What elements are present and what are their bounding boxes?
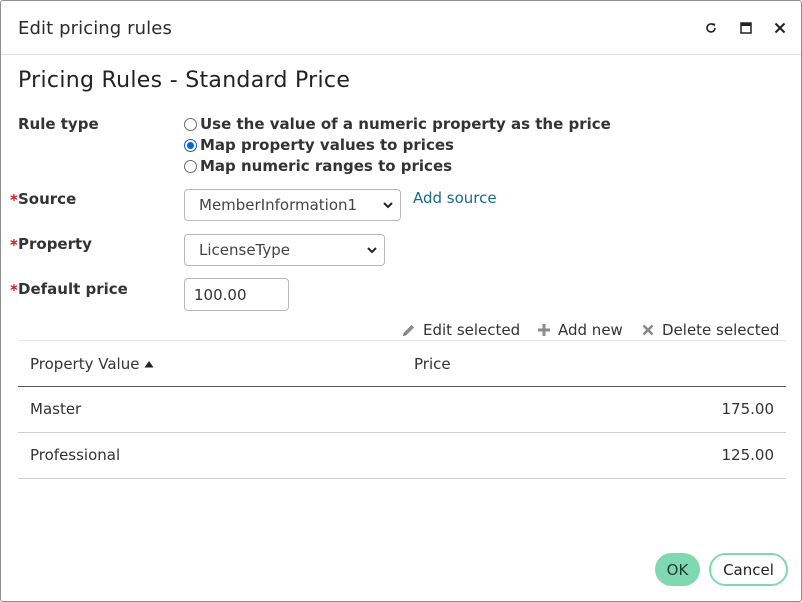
radio-label: Use the value of a numeric property as t… [200, 115, 611, 133]
source-label: Source [18, 190, 77, 208]
rule-type-option-map-ranges[interactable]: Map numeric ranges to prices [184, 156, 452, 176]
chevron-down-icon [367, 247, 377, 254]
delete-selected-label: Delete selected [662, 321, 780, 339]
column-header-property-value[interactable]: Property Value [30, 355, 155, 373]
delete-selected-button[interactable]: Delete selected [641, 320, 779, 340]
radio-label: Map numeric ranges to prices [200, 157, 453, 175]
plus-icon [538, 324, 550, 336]
property-select[interactable]: LicenseType [184, 234, 385, 266]
page-title: Pricing Rules - Standard Price [18, 68, 351, 93]
title-bar: Edit pricing rules [1, 1, 801, 55]
radio-label: Map property values to prices [200, 136, 454, 154]
property-select-value: LicenseType [199, 241, 291, 259]
rule-type-label: Rule type [18, 115, 99, 133]
pencil-icon [403, 324, 414, 336]
rule-type-option-numeric-property[interactable]: Use the value of a numeric property as t… [184, 114, 611, 134]
maximize-icon[interactable] [735, 17, 757, 39]
add-new-button[interactable]: Add new [537, 320, 623, 340]
edit-pricing-rules-dialog: Edit pricing rules Pricing Rules - Stand… [0, 0, 802, 602]
add-new-label: Add new [558, 321, 623, 339]
required-marker: * [10, 191, 18, 209]
refresh-icon[interactable] [700, 17, 722, 39]
sort-ascending-icon [144, 361, 154, 368]
close-icon[interactable] [769, 17, 791, 39]
rule-type-option-map-values[interactable]: Map property values to prices [184, 135, 454, 155]
window-title: Edit pricing rules [18, 18, 172, 39]
add-source-link[interactable]: Add source [413, 189, 497, 207]
radio-button[interactable] [184, 159, 197, 173]
property-value-cell: Professional [30, 446, 121, 464]
required-marker: * [10, 236, 18, 254]
price-cell: 125.00 [721, 446, 775, 464]
radio-button-selected[interactable] [184, 138, 197, 152]
edit-selected-label: Edit selected [423, 321, 521, 339]
table-header: Property Value Price [18, 340, 786, 387]
pricing-table: Property Value Price Master 175.00 Profe… [18, 340, 786, 479]
default-price-label: Default price [18, 280, 128, 298]
chevron-down-icon [383, 202, 393, 209]
property-value-cell: Master [30, 400, 82, 418]
edit-selected-button[interactable]: Edit selected [401, 320, 520, 340]
default-price-input[interactable]: 100.00 [184, 278, 289, 311]
column-header-label: Price [414, 355, 451, 373]
column-header-price[interactable]: Price [414, 355, 451, 373]
ok-button[interactable]: OK [655, 553, 700, 586]
delete-x-icon [642, 324, 654, 336]
table-row[interactable]: Master 175.00 [18, 387, 786, 433]
required-marker: * [10, 281, 18, 299]
table-row[interactable]: Professional 125.00 [18, 433, 786, 479]
column-header-label: Property Value [30, 355, 140, 373]
source-select[interactable]: MemberInformation1 [184, 189, 401, 221]
radio-button[interactable] [184, 117, 197, 131]
property-label: Property [18, 235, 92, 253]
source-select-value: MemberInformation1 [199, 196, 358, 214]
cancel-button[interactable]: Cancel [709, 553, 788, 586]
price-cell: 175.00 [721, 400, 775, 418]
